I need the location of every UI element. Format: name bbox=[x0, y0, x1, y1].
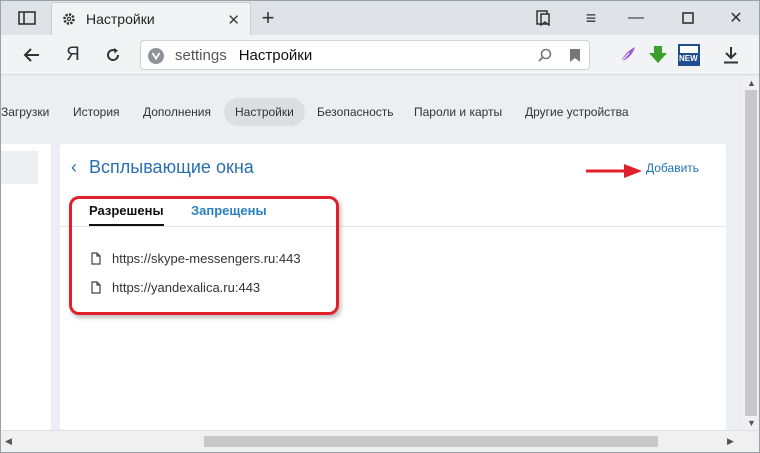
tab-title: Настройки bbox=[86, 11, 155, 27]
minimize-icon[interactable]: — bbox=[624, 1, 648, 35]
yandex-logo-button[interactable]: Я bbox=[61, 35, 85, 75]
download-extension-icon[interactable] bbox=[647, 35, 669, 75]
vertical-scrollbar[interactable]: ▲ ▼ bbox=[743, 76, 759, 430]
add-button[interactable]: Добавить bbox=[646, 161, 699, 175]
red-arrow-icon bbox=[586, 164, 642, 178]
close-icon[interactable]: ✕ bbox=[227, 11, 240, 29]
title-bar: Настройки ✕ + ≡ — ✕ bbox=[1, 1, 759, 35]
scroll-right-icon[interactable]: ▶ bbox=[727, 436, 734, 447]
maximize-icon[interactable] bbox=[676, 1, 700, 35]
horizontal-scrollbar[interactable]: ◀ ▶ bbox=[1, 430, 759, 452]
panel-title: Всплывающие окна bbox=[89, 157, 254, 177]
nav-history[interactable]: История bbox=[73, 98, 120, 126]
address-bar[interactable]: settings Настройки bbox=[140, 40, 590, 70]
bookmark-icon[interactable] bbox=[569, 48, 581, 63]
scroll-down-icon[interactable]: ▼ bbox=[747, 418, 756, 428]
settings-navigation: Загрузки История Дополнения Настройки Бе… bbox=[1, 98, 743, 126]
gear-icon bbox=[62, 12, 76, 26]
nav-passwords-cards[interactable]: Пароли и карты bbox=[414, 98, 502, 126]
chevron-left-icon[interactable]: ‹ bbox=[71, 157, 77, 178]
browser-tab[interactable]: Настройки ✕ bbox=[51, 2, 251, 35]
news-extension-icon[interactable]: NEW bbox=[677, 35, 701, 75]
news-extension-label: NEW bbox=[679, 54, 698, 63]
horizontal-scroll-thumb[interactable] bbox=[204, 436, 658, 447]
window-close-icon[interactable]: ✕ bbox=[724, 1, 748, 35]
site-settings-icon[interactable] bbox=[148, 48, 164, 64]
navigation-bar: Я settings Настройки NEW bbox=[1, 35, 759, 75]
downloads-icon[interactable] bbox=[719, 35, 743, 75]
bookmark-manager-icon[interactable] bbox=[531, 1, 555, 35]
menu-icon[interactable]: ≡ bbox=[579, 1, 603, 35]
back-arrow-icon[interactable] bbox=[19, 35, 43, 75]
scroll-up-icon[interactable]: ▲ bbox=[747, 78, 756, 88]
new-tab-button[interactable]: + bbox=[258, 1, 278, 35]
address-host: settings bbox=[175, 46, 227, 64]
address-page-title: Настройки bbox=[238, 46, 313, 64]
nav-security[interactable]: Безопасность bbox=[317, 98, 394, 126]
reload-icon[interactable] bbox=[101, 35, 125, 75]
sidebar-selected-item[interactable] bbox=[1, 151, 38, 184]
feather-extension-icon[interactable] bbox=[616, 35, 638, 75]
nav-other-devices[interactable]: Другие устройства bbox=[525, 98, 629, 126]
nav-settings[interactable]: Настройки bbox=[224, 98, 305, 126]
highlight-box bbox=[69, 196, 339, 315]
tabs-panel-icon[interactable] bbox=[14, 1, 40, 35]
nav-downloads[interactable]: Загрузки bbox=[1, 98, 49, 126]
nav-addons[interactable]: Дополнения bbox=[143, 98, 211, 126]
settings-sidebar bbox=[1, 144, 51, 430]
search-icon[interactable] bbox=[537, 47, 553, 63]
vertical-scroll-thumb[interactable] bbox=[745, 90, 757, 416]
scroll-left-icon[interactable]: ◀ bbox=[5, 436, 12, 447]
